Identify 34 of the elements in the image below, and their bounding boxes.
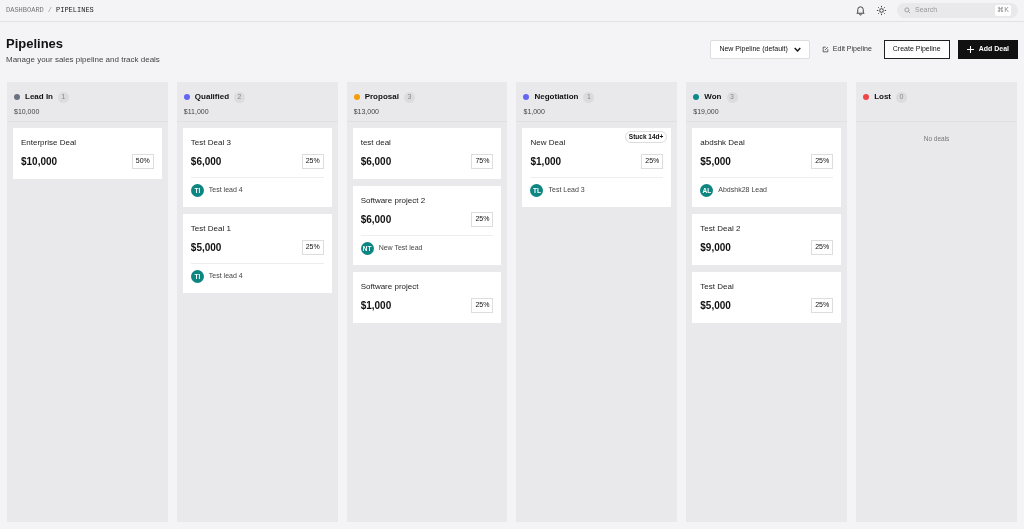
deal-amount: $6,000 (190, 155, 222, 169)
stage-name: Won (704, 91, 722, 103)
bell-icon[interactable] (855, 5, 866, 16)
chevron-down-icon (793, 47, 801, 52)
page-subtitle: Manage your sales pipeline and track deals (6, 54, 160, 66)
stage-name: Lead In (25, 91, 53, 103)
deal-amount: $10,000 (21, 155, 58, 169)
edit-icon (821, 46, 829, 53)
search-icon (904, 7, 911, 14)
deal-title: Enterprise Deal (21, 137, 78, 149)
stage-name: Negotiation (534, 91, 579, 103)
deal-title: Software project 2 (360, 195, 427, 207)
page-title: Pipelines (6, 35, 65, 52)
sun-icon[interactable] (876, 5, 887, 16)
deal-title: Test Deal 3 (190, 137, 232, 149)
deal-amount: $6,000 (360, 213, 392, 227)
deal-title: test deal (360, 137, 392, 149)
deal-amount: $5,000 (700, 155, 731, 169)
stage-name: Proposal (364, 91, 399, 103)
deal-title: Test Deal (700, 281, 735, 293)
plus-icon (966, 46, 974, 53)
deal-amount: $1,000 (530, 155, 562, 169)
deal-title: New Deal (530, 137, 567, 149)
deal-amount: $1,000 (360, 299, 392, 313)
deal-amount: $6,000 (360, 155, 392, 169)
deal-title: abdshk Deal (700, 137, 746, 149)
deal-amount: $5,000 (700, 299, 731, 313)
deal-title: Software project (360, 281, 420, 293)
deal-title: Test Deal 1 (190, 223, 232, 235)
stage-name: Lost (874, 91, 892, 103)
deal-amount: $5,000 (190, 241, 222, 255)
deal-amount: $9,000 (700, 241, 731, 255)
deal-title: Test Deal 2 (700, 223, 742, 235)
stage-name: Qualified (194, 91, 230, 103)
